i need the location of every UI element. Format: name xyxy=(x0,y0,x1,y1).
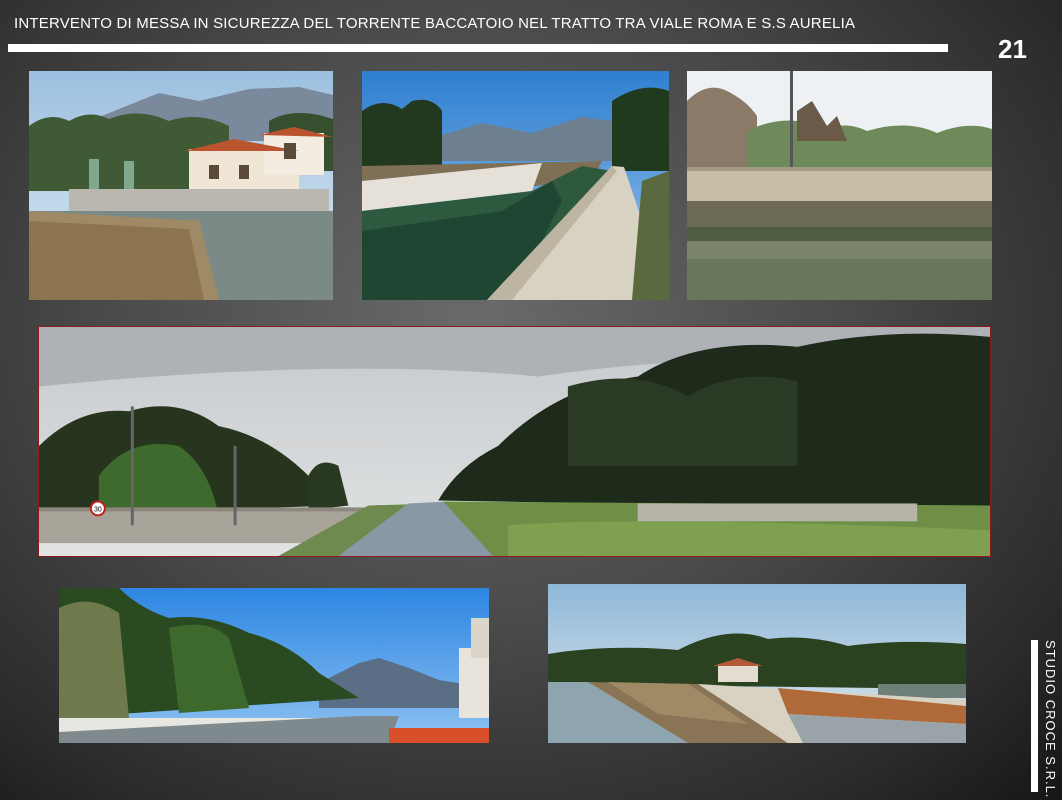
photo-panorama-canal: 30 xyxy=(38,326,991,557)
photo-treeline-mountain xyxy=(59,588,489,743)
author-label: STUDIO CROCE S.R.L. xyxy=(1043,640,1058,799)
author-accent-bar xyxy=(1031,640,1038,792)
speed-limit-sign: 30 xyxy=(94,506,102,513)
photo-embankment-works xyxy=(548,584,966,743)
slide-title: INTERVENTO DI MESSA IN SICUREZZA DEL TOR… xyxy=(14,15,856,32)
photo-canal-embankment xyxy=(362,71,669,300)
photo-stone-wall xyxy=(687,71,992,300)
title-underline xyxy=(8,44,948,52)
photo-pumping-station xyxy=(29,71,333,300)
page-number: 21 xyxy=(998,34,1027,64)
